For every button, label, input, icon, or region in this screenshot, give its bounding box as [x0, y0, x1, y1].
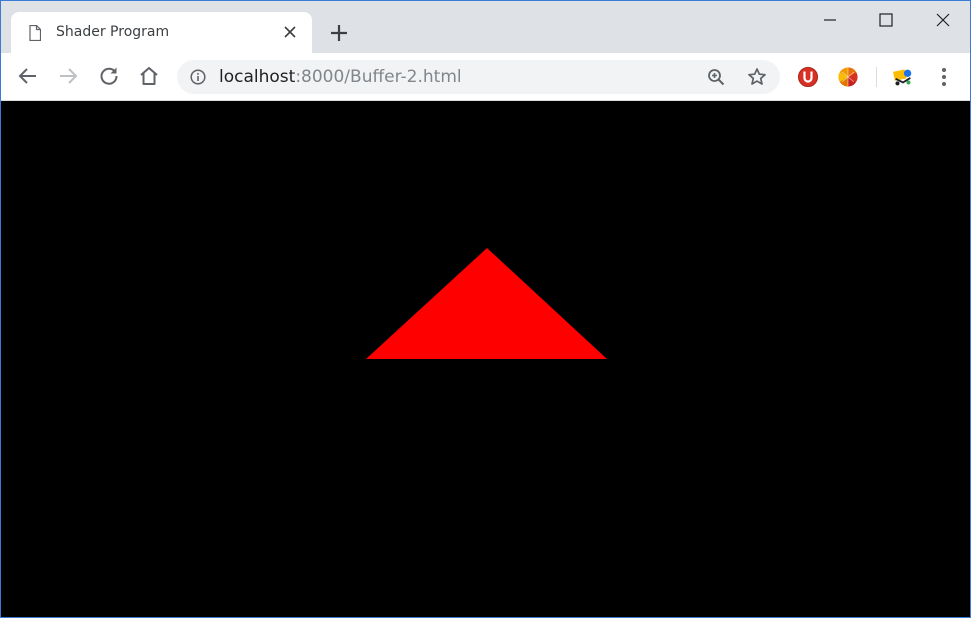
minimize-button[interactable]: [807, 1, 853, 41]
home-icon[interactable]: [137, 64, 161, 88]
url-text[interactable]: localhost:8000/Buffer-2.html: [219, 67, 462, 87]
profile-extension-icon[interactable]: [892, 66, 914, 88]
minimize-icon: [824, 19, 836, 21]
back-arrow-icon[interactable]: [16, 64, 40, 88]
browser-window: Shader Program localhost:8000/Buffer-2.h…: [0, 0, 971, 618]
zoom-icon[interactable]: [707, 68, 725, 86]
forward-arrow-icon[interactable]: [56, 64, 80, 88]
maximize-button[interactable]: [863, 1, 909, 41]
address-bar[interactable]: localhost:8000/Buffer-2.html: [177, 60, 780, 94]
reload-icon[interactable]: [97, 64, 121, 88]
bookmark-star-icon[interactable]: [747, 67, 767, 87]
page-content: [1, 101, 970, 617]
url-host: localhost: [219, 67, 296, 87]
url-path: :8000/Buffer-2.html: [295, 67, 462, 87]
info-icon[interactable]: [190, 69, 206, 85]
new-tab-icon[interactable]: [328, 22, 350, 44]
webgl-canvas[interactable]: [1, 101, 970, 617]
tab-strip: Shader Program: [1, 1, 970, 53]
maximize-icon: [879, 13, 893, 27]
tab-shader-program[interactable]: Shader Program: [11, 12, 312, 53]
color-extension-icon[interactable]: [837, 66, 859, 88]
browser-toolbar: localhost:8000/Buffer-2.html: [1, 53, 970, 101]
close-window-button[interactable]: [920, 1, 966, 41]
ublock-extension-icon[interactable]: [797, 66, 819, 88]
close-tab-icon[interactable]: [282, 24, 298, 40]
close-icon: [936, 13, 950, 27]
menu-dots-icon[interactable]: [934, 66, 954, 88]
toolbar-separator: [876, 67, 877, 87]
page-icon: [29, 25, 41, 41]
tab-title: Shader Program: [56, 24, 170, 40]
